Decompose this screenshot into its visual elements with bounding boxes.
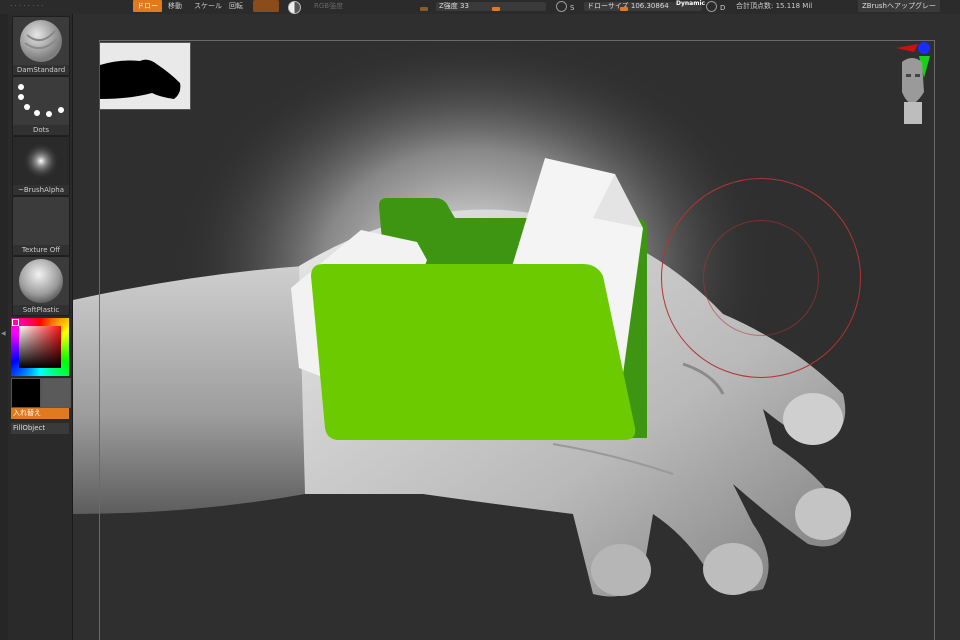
scale-button[interactable]: スケール	[194, 0, 222, 12]
texture-selector[interactable]: Texture Off	[12, 196, 70, 256]
stroke-selector[interactable]: Dots	[12, 76, 70, 136]
s-label: S	[570, 4, 575, 12]
material-selector[interactable]: SoftPlastic	[12, 256, 70, 316]
alpha-preview	[99, 42, 191, 110]
z-intensity-slider[interactable]: Z強度 33	[436, 2, 546, 11]
dam-standard-brush-icon	[13, 17, 69, 65]
folder-with-documents-icon	[291, 158, 647, 440]
head-gizmo-icon[interactable]	[888, 40, 940, 130]
brush-alpha-icon	[13, 137, 69, 185]
dots-stroke-icon	[13, 77, 69, 125]
stroke-label: Dots	[13, 125, 69, 135]
material-swatch-button[interactable]	[253, 0, 279, 12]
total-points-readout: 合計頂点数: 15.118 Mil	[736, 2, 813, 10]
alpha-selector[interactable]: ~BrushAlpha	[12, 136, 70, 196]
texture-label: Texture Off	[13, 245, 69, 255]
fill-object-button[interactable]: FillObject	[11, 423, 69, 434]
color-marker[interactable]	[12, 319, 19, 326]
navigation-gizmo[interactable]	[888, 40, 940, 130]
z-intensity-knob[interactable]	[492, 7, 500, 11]
canvas-viewport[interactable]	[73, 14, 960, 640]
swap-colors-button[interactable]: 入れ替え	[11, 408, 69, 419]
color-picker[interactable]	[11, 318, 69, 376]
soft-plastic-material-icon	[13, 257, 69, 305]
saturation-square[interactable]	[19, 326, 61, 368]
z-intensity-label: Z強度 33	[439, 2, 469, 10]
top-toolbar: · · · · · · · · ドロー 移動 スケール 回転 RGB強度 Z強度…	[0, 0, 960, 15]
material-label: SoftPlastic	[13, 305, 69, 315]
move-button[interactable]: 移動	[168, 0, 182, 12]
help-upgrade-button[interactable]: ZBrushヘアップグレー	[858, 0, 940, 12]
draw-size-knob[interactable]	[620, 7, 628, 11]
left-shelf: DamStandard Dots ~BrushAlpha Texture Off	[8, 14, 73, 640]
d-toggle-icon[interactable]	[706, 1, 717, 12]
s-toggle-icon[interactable]	[556, 1, 567, 12]
rgb-intensity-slider[interactable]	[312, 2, 438, 11]
hand-silhouette-icon	[100, 59, 181, 99]
tray-arrow-icon[interactable]: ◀	[1, 330, 6, 337]
brush-inner-ring	[703, 220, 819, 336]
rotate-button[interactable]: 回転	[229, 0, 243, 12]
alpha-label: ~BrushAlpha	[13, 185, 69, 195]
d-label: D	[720, 4, 726, 12]
dynamic-button[interactable]: Dynamic	[676, 0, 705, 10]
draw-button[interactable]: ドロー	[133, 0, 162, 12]
rgb-intensity-knob[interactable]	[420, 7, 428, 11]
brush-selector[interactable]: DamStandard	[12, 16, 70, 76]
main-color-swatch[interactable]	[11, 378, 41, 408]
toolbar-dots: · · · · · · · ·	[10, 2, 44, 10]
half-circle-icon[interactable]	[288, 1, 301, 14]
secondary-color-swatch[interactable]	[41, 378, 71, 408]
brush-label: DamStandard	[13, 65, 69, 75]
